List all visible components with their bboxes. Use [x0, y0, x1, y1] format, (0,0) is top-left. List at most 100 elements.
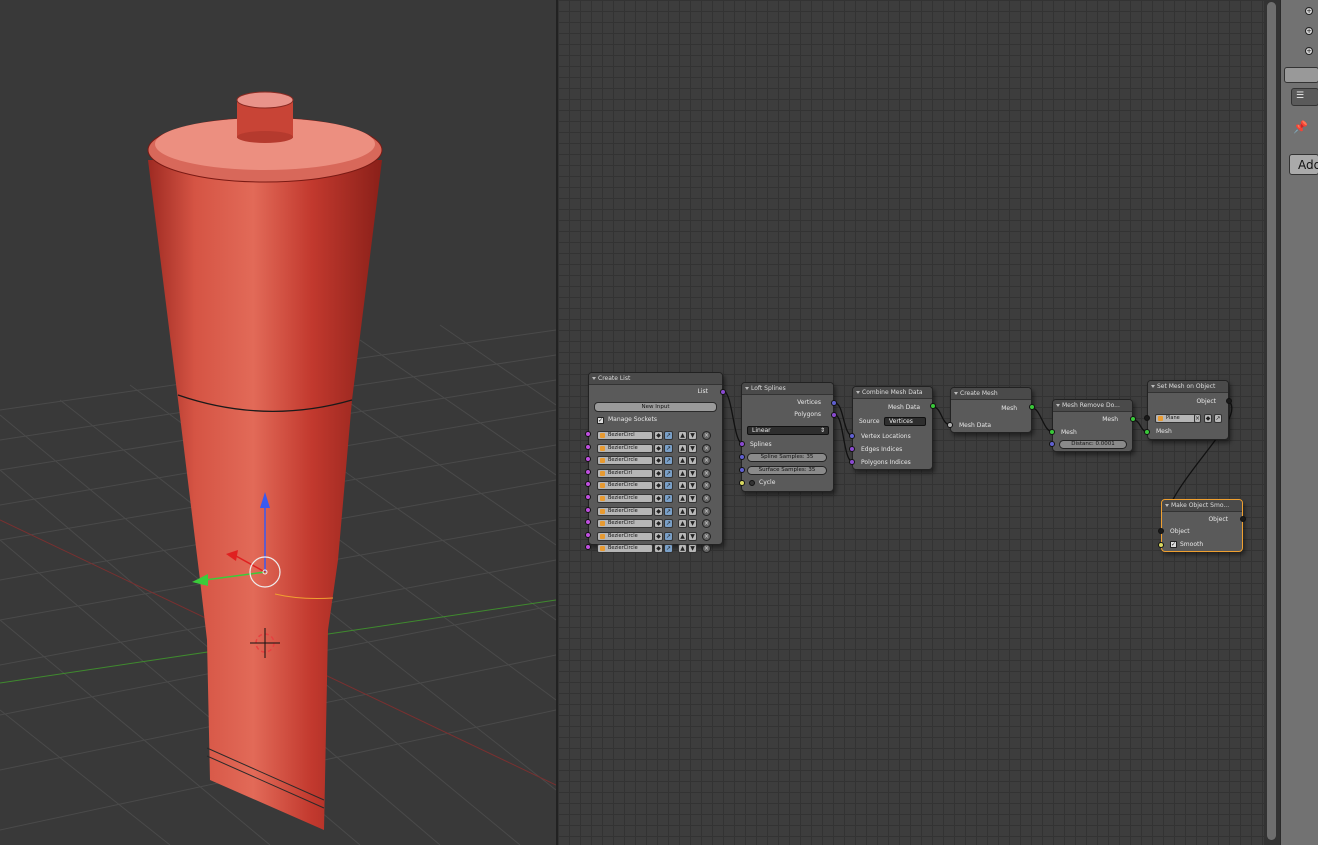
socket-set-in[interactable]: [1144, 429, 1150, 435]
eyedropper-icon[interactable]: ↗: [664, 456, 673, 466]
socket-list-item-in[interactable]: [585, 468, 591, 475]
move-up-icon[interactable]: ▲: [678, 443, 687, 453]
node-create-list[interactable]: Create List List New Input ✓ Manage Sock…: [588, 372, 723, 554]
distance-field[interactable]: Distanc: 0.0001: [1059, 440, 1127, 449]
new-input-button[interactable]: New Input: [594, 402, 717, 412]
list-item[interactable]: BezierCircl ◆ ↗ ▲ ▼ ×: [597, 431, 718, 441]
move-down-icon[interactable]: ▼: [688, 481, 697, 491]
list-item[interactable]: BezierCircle ◆ ↗ ▲ ▼ ×: [597, 456, 718, 466]
object-selector[interactable]: BezierCircle: [597, 506, 653, 516]
eyedropper-icon[interactable]: ↗: [664, 544, 673, 554]
move-up-icon[interactable]: ▲: [678, 456, 687, 466]
object-selector[interactable]: BezierCircle: [597, 443, 653, 453]
socket-smooth-out[interactable]: [1240, 516, 1246, 522]
object-selector[interactable]: BezierCircle: [597, 456, 653, 466]
node-mesh-remove-doubles[interactable]: Mesh Remove Do... Mesh Mesh Distanc: 0.0…: [1052, 399, 1133, 452]
layout-menu-button[interactable]: ☰: [1291, 88, 1318, 106]
picker-icon[interactable]: ◆: [654, 544, 663, 554]
socket-set-out[interactable]: [1226, 398, 1232, 404]
move-down-icon[interactable]: ▼: [688, 431, 697, 440]
move-up-icon[interactable]: ▲: [678, 506, 687, 516]
socket-list-item-in[interactable]: [585, 531, 591, 538]
remove-icon[interactable]: ×: [702, 519, 711, 529]
move-up-icon[interactable]: ▲: [678, 481, 687, 491]
eyedropper-icon[interactable]: ↗: [664, 531, 673, 541]
move-down-icon[interactable]: ▼: [688, 506, 697, 516]
object-selector[interactable]: BezierCircl: [597, 519, 653, 529]
eyedropper-icon[interactable]: ↗: [664, 519, 673, 529]
object-selector[interactable]: BezierCircl: [597, 431, 653, 440]
remove-icon[interactable]: ×: [702, 431, 711, 440]
add-icon[interactable]: +: [1305, 47, 1313, 55]
move-up-icon[interactable]: ▲: [678, 544, 687, 554]
socket-smooth-obj-in[interactable]: [1158, 528, 1164, 534]
move-down-icon[interactable]: ▼: [688, 443, 697, 453]
picker-icon[interactable]: ◆: [654, 431, 663, 440]
clear-object-icon[interactable]: ×: [1194, 414, 1201, 423]
remove-icon[interactable]: ×: [702, 456, 711, 466]
list-item[interactable]: BezierCircle ◆ ↗ ▲ ▼ ×: [597, 481, 718, 491]
remove-icon[interactable]: ×: [702, 544, 711, 554]
source-dropdown[interactable]: Vertices and: [884, 417, 926, 426]
move-down-icon[interactable]: ▼: [688, 468, 697, 478]
socket-remove-in[interactable]: [1049, 429, 1055, 435]
socket-vertex-locations-in[interactable]: [849, 433, 855, 439]
surface-samples-field[interactable]: Surface Samples: 35: [747, 466, 827, 475]
3d-viewport[interactable]: [0, 0, 556, 845]
move-down-icon[interactable]: ▼: [688, 519, 697, 529]
socket-edges-in[interactable]: [849, 446, 855, 452]
list-item[interactable]: BezierCircle ◆ ↗ ▲ ▼ ×: [597, 506, 718, 517]
socket-polygons-out[interactable]: [831, 412, 837, 418]
socket-meshdata-out[interactable]: [930, 403, 936, 409]
object-selector[interactable]: BezierCircle: [597, 494, 653, 503]
picker-icon[interactable]: ◆: [654, 481, 663, 491]
remove-icon[interactable]: ×: [702, 531, 711, 541]
remove-icon[interactable]: ×: [702, 506, 711, 516]
manage-sockets-checkbox[interactable]: ✓: [597, 417, 604, 424]
object-selector[interactable]: BezierCircle: [597, 531, 653, 541]
node-editor-scrollbar[interactable]: [1264, 0, 1280, 845]
socket-list-out[interactable]: [720, 389, 726, 395]
socket-spline-samples-in[interactable]: [739, 454, 745, 460]
object-selector[interactable]: BezierCircle: [597, 481, 653, 491]
eyedropper-icon[interactable]: ↗: [664, 506, 673, 516]
picker-icon[interactable]: ◆: [654, 456, 663, 466]
move-down-icon[interactable]: ▼: [688, 456, 697, 466]
socket-list-item-in[interactable]: [585, 506, 591, 513]
scrollbar-thumb[interactable]: [1267, 2, 1276, 840]
eyedropper-icon[interactable]: ↗: [664, 431, 673, 440]
spline-samples-field[interactable]: Spline Samples: 35: [747, 453, 827, 462]
node-create-mesh[interactable]: Create Mesh Mesh Mesh Data: [950, 387, 1032, 433]
eyedropper-icon[interactable]: ↗: [664, 443, 673, 453]
eyedropper-icon[interactable]: ↗: [1214, 414, 1222, 423]
node-set-mesh-on-object[interactable]: Set Mesh on Object Object Plane × ◆ ↗ Me…: [1147, 380, 1229, 440]
move-down-icon[interactable]: ▼: [688, 494, 697, 503]
move-up-icon[interactable]: ▲: [678, 468, 687, 478]
node-editor[interactable]: Create List List New Input ✓ Manage Sock…: [558, 0, 1264, 845]
panel-toggle-button[interactable]: [1284, 67, 1318, 83]
add-icon[interactable]: +: [1305, 27, 1313, 35]
socket-surface-samples-in[interactable]: [739, 467, 745, 473]
picker-icon[interactable]: ◆: [654, 519, 663, 529]
socket-distance-in[interactable]: [1049, 441, 1055, 447]
eyedropper-icon[interactable]: ↗: [664, 468, 673, 478]
eyedropper-icon[interactable]: ↗: [664, 481, 673, 491]
add-button[interactable]: Add: [1289, 154, 1318, 175]
eyedropper-icon[interactable]: ↗: [664, 494, 673, 503]
object-selector[interactable]: BezierCircle: [597, 544, 653, 554]
move-up-icon[interactable]: ▲: [678, 519, 687, 529]
socket-smooth-in[interactable]: [1158, 542, 1164, 548]
socket-list-item-in[interactable]: [585, 443, 591, 450]
socket-splines-in[interactable]: [739, 441, 745, 447]
list-item[interactable]: BezierCircle ◆ ↗ ▲ ▼ ×: [597, 494, 718, 504]
picker-icon[interactable]: ◆: [654, 506, 663, 516]
move-up-icon[interactable]: ▲: [678, 531, 687, 541]
picker-icon[interactable]: ◆: [654, 468, 663, 478]
move-down-icon[interactable]: ▼: [688, 544, 697, 554]
socket-list-item-in[interactable]: [585, 431, 591, 437]
socket-createmesh-out[interactable]: [1029, 404, 1035, 410]
node-combine-mesh-data[interactable]: Combine Mesh Data Mesh Data Source Verti…: [852, 386, 933, 470]
remove-icon[interactable]: ×: [702, 468, 711, 478]
smooth-checkbox[interactable]: ✓: [1170, 541, 1177, 548]
socket-cycle-in[interactable]: [739, 480, 745, 486]
